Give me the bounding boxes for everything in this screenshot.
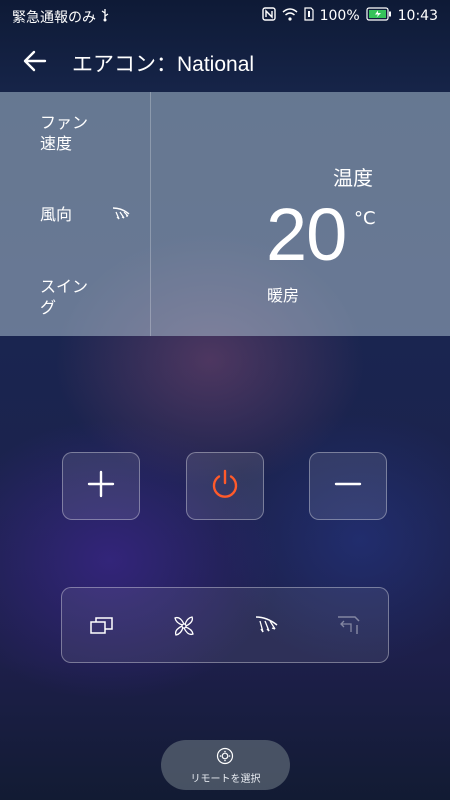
- wind-direction-label: 風向: [40, 205, 73, 224]
- status-bar: 緊急通報のみ 100% 10:43: [0, 0, 450, 32]
- temperature-down-button[interactable]: [309, 452, 387, 520]
- mode-icon[interactable]: [88, 612, 116, 640]
- remote-icon: [216, 747, 234, 765]
- usb-icon: [100, 8, 110, 26]
- swing-icon[interactable]: [335, 612, 363, 640]
- fan-speed-label: ファン 速度: [40, 113, 89, 153]
- sim-icon: [304, 7, 314, 25]
- temperature-unit: °C: [354, 208, 376, 229]
- clock: 10:43: [397, 8, 438, 24]
- minus-icon: [333, 469, 363, 503]
- emergency-calls-text: 緊急通報のみ: [12, 10, 96, 26]
- power-button[interactable]: [186, 452, 264, 520]
- temperature-label: 温度: [333, 166, 373, 190]
- mode-label: 暖房: [267, 286, 300, 305]
- temperature-value: 20: [266, 193, 347, 276]
- fan-icon[interactable]: [170, 612, 198, 640]
- status-left: 緊急通報のみ: [12, 7, 110, 27]
- app-header: エアコン：National: [0, 32, 450, 90]
- wind-direction-icon[interactable]: [253, 612, 281, 640]
- wifi-icon: [282, 7, 298, 25]
- back-arrow-icon[interactable]: [20, 46, 50, 76]
- battery-percent: 100%: [319, 8, 360, 24]
- status-right: 100% 10:43: [261, 7, 438, 25]
- plus-icon: [86, 469, 116, 503]
- temperature-up-button[interactable]: [62, 452, 140, 520]
- ac-status-panel: ファン 速度 風向 スイン グ 温度 20 °C 暖房: [0, 92, 450, 336]
- wind-direction-icon: [110, 204, 132, 226]
- power-icon: [209, 468, 241, 504]
- function-bar: [61, 587, 389, 663]
- settings-column: ファン 速度 風向 スイン グ: [0, 92, 151, 336]
- page-title: エアコン：National: [72, 53, 255, 76]
- nfc-icon: [261, 7, 276, 25]
- select-remote-button[interactable]: リモートを選択: [161, 740, 290, 790]
- battery-charging-icon: [366, 7, 392, 25]
- select-remote-label: リモートを選択: [190, 774, 261, 785]
- swing-label: スイン グ: [40, 277, 89, 317]
